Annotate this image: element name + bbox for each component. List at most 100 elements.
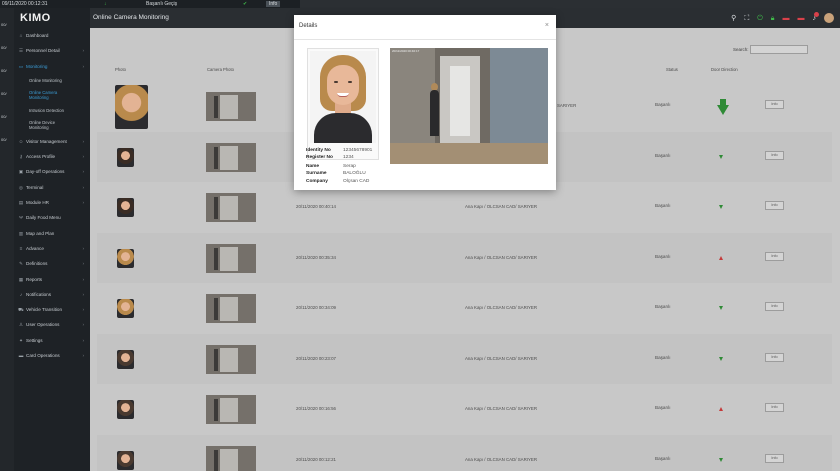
details-modal: Details × 20/11/2020 00:40:17 Identity N… xyxy=(294,15,556,190)
direction-in-arrow-icon xyxy=(719,306,723,310)
sidebar-item-daily-food-menu[interactable]: Ψ Daily Food Menu xyxy=(14,210,90,225)
module-icon: ▤ xyxy=(18,200,24,206)
row-door: Ana Kapı / OLCSAN CAD/ SARIYER xyxy=(465,254,537,260)
info-button[interactable]: Info xyxy=(765,302,784,311)
chevron-right-icon: › xyxy=(82,138,84,144)
power-icon[interactable]: ⏻ xyxy=(757,15,763,22)
settings-icon: ✦ xyxy=(19,337,23,343)
row-timestamp: 20/11/2020 00:40:14 xyxy=(296,204,336,209)
users-icon: ☰ xyxy=(18,48,24,54)
flag-tr-icon[interactable]: ▬ xyxy=(783,15,790,22)
bg-timestamp: 09/11/2020 00:12:31 xyxy=(2,1,48,7)
sidebar-item-advance[interactable]: ≡ Advance › xyxy=(14,241,90,256)
sidebar-item-personnel-detail[interactable]: ☰ Personnel Detail › xyxy=(14,43,90,58)
camera-thumbnail[interactable] xyxy=(206,395,256,424)
bg-time-label: 00/ xyxy=(1,22,7,27)
info-button[interactable]: Info xyxy=(765,150,784,160)
sidebar-item-user-operations[interactable]: ♙ User Operations › xyxy=(14,317,90,332)
sidebar-item-day-off-operations[interactable]: ▣ Day-off Operations › xyxy=(14,164,90,179)
camera-thumbnail[interactable] xyxy=(206,243,256,273)
sidebar-item-module-hr[interactable]: ▤ Module HR › xyxy=(14,195,90,210)
sidebar-item-access-profile[interactable]: ⚷ Access Profile › xyxy=(14,149,90,164)
sidebar-item-visitor-management[interactable]: ☺ Visitor Management › xyxy=(14,134,90,149)
direction-out-arrow-icon xyxy=(719,407,723,411)
chevron-right-icon: › xyxy=(82,291,84,297)
detail-value: Serap xyxy=(343,164,356,169)
row-timestamp: 20/11/2020 00:34:09 xyxy=(296,305,336,310)
sidebar-item-label: Advance xyxy=(26,245,44,251)
bg-time-label: 00/ xyxy=(1,45,7,50)
direction-out-arrow-icon xyxy=(719,255,723,260)
row-timestamp: 20/11/2020 00:35:34 xyxy=(296,254,336,260)
bg-info-button[interactable]: Info xyxy=(266,1,281,7)
sidebar-item-vehicle-transition[interactable]: ⛟ Vehicle Transition › xyxy=(14,302,90,317)
person-thumbnail xyxy=(117,349,134,369)
status-badge: Başarılı xyxy=(655,405,671,410)
sidebar-subitem-online-device-monitoring[interactable]: Online Device Monitoring xyxy=(14,118,90,134)
bell-icon[interactable]: ♪ xyxy=(813,11,819,22)
flag-en-icon[interactable]: ▬ xyxy=(798,15,805,22)
row-timestamp: 20/11/2020 00:16:56 xyxy=(296,406,336,411)
sidebar-item-monitoring[interactable]: ▭ Monitoring › xyxy=(14,59,90,74)
sidebar-item-label: Visitor Management xyxy=(26,138,67,144)
sidebar-subitem-intrusion-detection[interactable]: Intrusion Detection xyxy=(14,104,90,118)
status-badge: Başarılı xyxy=(655,203,671,208)
page-title: Online Camera Monitoring xyxy=(93,14,169,21)
person-thumbnail xyxy=(115,85,148,129)
home-icon: ⌂ xyxy=(19,33,23,38)
chevron-right-icon: › xyxy=(82,48,84,54)
search-input[interactable] xyxy=(750,45,808,54)
app-logo[interactable]: KIMO xyxy=(14,8,90,28)
info-button[interactable]: Info xyxy=(765,251,784,261)
camera-thumbnail[interactable] xyxy=(206,445,256,471)
lock-icon[interactable]: 🔒︎ xyxy=(771,15,775,22)
camera-thumbnail[interactable] xyxy=(206,344,256,374)
sidebar-subitem-online-camera-monitoring[interactable]: Online Camera Monitoring xyxy=(14,88,90,104)
info-button[interactable]: Info xyxy=(765,100,784,109)
search-icon[interactable]: ⚲ xyxy=(731,15,736,22)
status-badge: Başarılı xyxy=(655,304,671,309)
info-button[interactable]: Info xyxy=(765,453,784,463)
chevron-right-icon: › xyxy=(82,63,84,69)
sidebar-item-label: Monitoring xyxy=(26,63,48,69)
sidebar-item-map-and-plan[interactable]: ▥ Map and Plan xyxy=(14,226,90,241)
key-icon: ⚷ xyxy=(19,154,23,160)
camera-thumbnail[interactable] xyxy=(206,294,256,323)
sidebar-item-dashboard[interactable]: ⌂ Dashboard xyxy=(14,28,90,43)
topbar-icons: ⚲ ⛶ ⏻ 🔒︎ ▬ ▬ ♪ xyxy=(731,8,834,28)
camera-thumbnail[interactable] xyxy=(206,142,256,172)
chevron-right-icon: › xyxy=(82,322,84,328)
bg-time-label: 00/ xyxy=(1,114,7,119)
status-badge: Başarılı xyxy=(655,354,671,360)
detail-value: 12345678901 xyxy=(343,148,373,153)
sidebar: KIMO ⌂ Dashboard ☰ Personnel Detail › ▭ Monito… xyxy=(14,8,90,471)
avatar[interactable] xyxy=(824,13,834,23)
detail-label: Surname xyxy=(306,171,327,176)
sidebar-item-label: Card Operations xyxy=(26,353,60,359)
sidebar-item-label: Dashboard xyxy=(26,33,49,38)
chevron-right-icon: › xyxy=(82,169,84,175)
sidebar-item-settings[interactable]: ✦ Settings › xyxy=(14,333,90,348)
sidebar-item-card-operations[interactable]: ▬ Card Operations › xyxy=(14,348,90,363)
column-header-door-direction: Door Direction xyxy=(711,67,738,72)
chevron-right-icon: › xyxy=(82,307,84,313)
row-door: Ana Kapı / OLCSAN CAD/ SARIYER xyxy=(465,204,537,209)
map-icon: ▥ xyxy=(18,230,24,236)
chevron-right-icon: › xyxy=(82,200,84,206)
sidebar-item-label: Reports xyxy=(26,276,43,282)
info-button[interactable]: Info xyxy=(765,201,784,210)
sidebar-subitem-online-monitoring[interactable]: Online Monitoring xyxy=(14,74,90,88)
sidebar-item-terminal[interactable]: ◎ Terminal › xyxy=(14,180,90,195)
row-timestamp: 20/11/2020 00:23:07 xyxy=(296,355,336,361)
camera-thumbnail[interactable] xyxy=(206,92,256,121)
direction-in-arrow-icon xyxy=(719,356,723,361)
sidebar-item-reports[interactable]: ▦ Reports › xyxy=(14,272,90,287)
close-icon[interactable]: × xyxy=(545,22,549,29)
sidebar-item-notifications[interactable]: ♪ Notifications › xyxy=(14,287,90,302)
camera-thumbnail[interactable] xyxy=(206,193,256,222)
info-button[interactable]: Info xyxy=(765,352,784,362)
sidebar-item-definitions[interactable]: ✎ Definitions › xyxy=(14,256,90,271)
info-button[interactable]: Info xyxy=(765,403,784,412)
row-door: Ana Kapı / OLCSAN CAD/ SARIYER xyxy=(465,355,537,361)
expand-icon[interactable]: ⛶ xyxy=(744,15,749,22)
